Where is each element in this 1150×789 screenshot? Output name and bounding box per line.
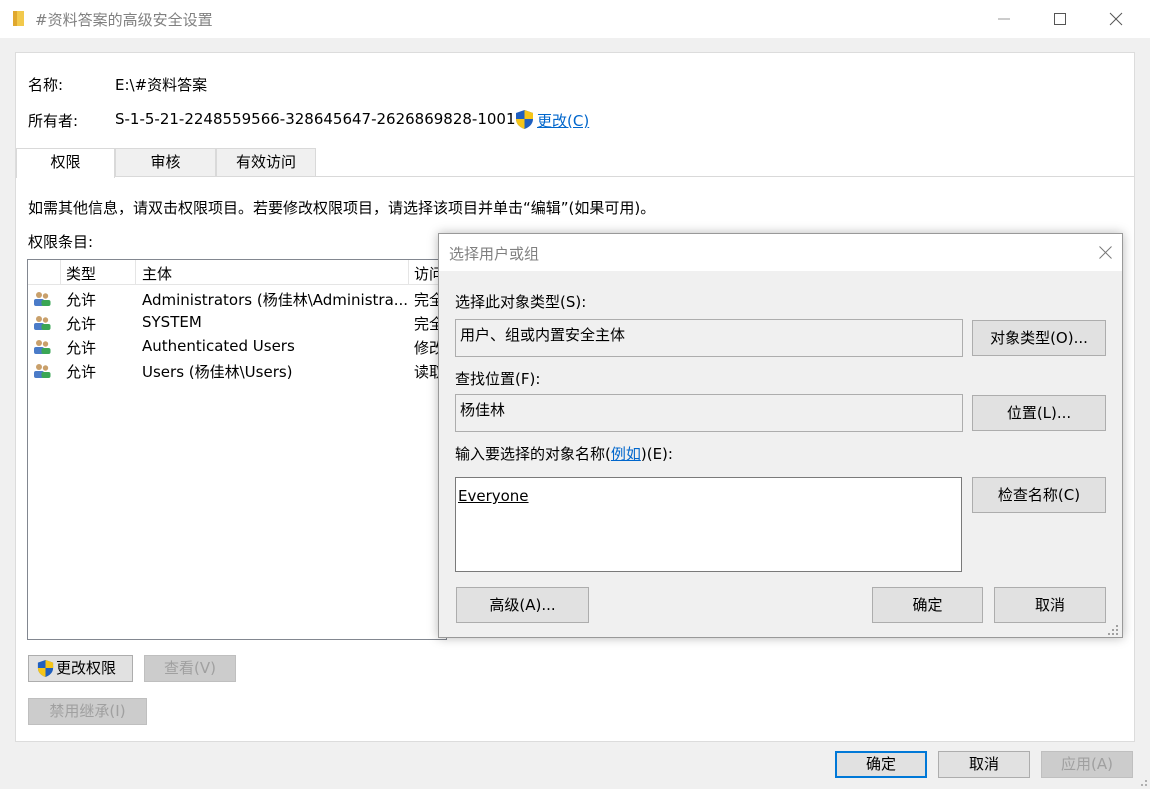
change-owner-link[interactable]: 更改(C) (537, 110, 589, 131)
list-header: 类型 主体 访问 (28, 260, 446, 285)
info-text: 如需其他信息，请双击权限项目。若要修改权限项目，请选择该项目并单击“编辑”(如果… (28, 199, 656, 217)
maximize-icon (1054, 13, 1066, 25)
location-field: 杨佳林 (455, 394, 963, 432)
object-type-label: 选择此对象类型(S): (455, 293, 587, 311)
resize-grip-icon[interactable] (1136, 775, 1148, 787)
table-row[interactable]: 允许 SYSTEM 完全 (28, 311, 446, 335)
dialog-ok-button[interactable]: 确定 (872, 587, 983, 623)
table-row[interactable]: 允许 Authenticated Users 修改 (28, 335, 446, 359)
minimize-button[interactable] (976, 0, 1032, 38)
users-icon (34, 292, 51, 306)
window-title: #资料答案的高级安全设置 (35, 11, 213, 29)
change-permissions-label: 更改权限 (56, 659, 117, 677)
dialog-cancel-button[interactable]: 取消 (994, 587, 1106, 623)
row-type: 允许 (66, 339, 97, 357)
row-type: 允许 (66, 363, 97, 381)
advanced-button[interactable]: 高级(A)... (456, 587, 589, 623)
maximize-button[interactable] (1032, 0, 1088, 38)
column-type[interactable]: 类型 (66, 263, 96, 284)
column-separator (135, 260, 136, 285)
minimize-icon (998, 18, 1010, 20)
tab-divider (115, 176, 1134, 177)
examples-link[interactable]: 例如 (611, 445, 641, 463)
users-icon (34, 340, 51, 354)
row-principal: Administrators (杨佳林\Administra... (142, 291, 409, 309)
dialog-close-button[interactable] (1087, 234, 1123, 270)
cancel-button[interactable]: 取消 (938, 751, 1030, 778)
name-label: 名称: (28, 76, 64, 94)
change-permissions-button[interactable]: 更改权限 (28, 655, 133, 682)
folder-icon (13, 11, 24, 26)
close-icon (1099, 246, 1112, 259)
row-principal: Users (杨佳林\Users) (142, 363, 293, 381)
name-value: E:\#资料答案 (115, 76, 208, 94)
permission-entries-list[interactable]: 类型 主体 访问 允许 Administrators (杨佳林\Administ… (27, 259, 447, 640)
dialog-title-bar: 选择用户或组 (439, 234, 1122, 271)
resize-grip-icon[interactable] (1107, 624, 1119, 636)
column-separator (408, 260, 409, 285)
disable-inheritance-button[interactable]: 禁用继承(I) (28, 698, 147, 725)
owner-label: 所有者: (28, 112, 79, 130)
select-users-dialog: 选择用户或组 选择此对象类型(S): 用户、组或内置安全主体 对象类型(O)..… (438, 233, 1123, 638)
object-name-entry: Everyone (458, 487, 529, 505)
table-row[interactable]: 允许 Users (杨佳林\Users) 读取 (28, 359, 446, 383)
tab-auditing[interactable]: 审核 (115, 148, 216, 177)
row-type: 允许 (66, 315, 97, 333)
tab-effective-access[interactable]: 有效访问 (216, 148, 316, 177)
row-type: 允许 (66, 291, 97, 309)
title-bar: #资料答案的高级安全设置 (0, 0, 1150, 38)
object-type-field: 用户、组或内置安全主体 (455, 319, 963, 357)
ok-button[interactable]: 确定 (835, 751, 927, 778)
object-types-button[interactable]: 对象类型(O)... (972, 320, 1106, 356)
table-row[interactable]: 允许 Administrators (杨佳林\Administra... 完全 (28, 287, 446, 311)
location-value: 杨佳林 (460, 401, 506, 419)
check-names-button[interactable]: 检查名称(C) (972, 477, 1106, 513)
uac-shield-icon (516, 110, 533, 129)
uac-shield-icon (37, 660, 54, 677)
users-icon (34, 316, 51, 330)
view-button[interactable]: 查看(V) (144, 655, 236, 682)
tab-permissions[interactable]: 权限 (16, 148, 115, 178)
location-label: 查找位置(F): (455, 370, 541, 388)
users-icon (34, 364, 51, 378)
dialog-title: 选择用户或组 (449, 245, 540, 263)
locations-button[interactable]: 位置(L)... (972, 395, 1106, 431)
close-button[interactable] (1088, 0, 1144, 38)
enter-names-label: 输入要选择的对象名称(例如)(E): (455, 445, 673, 463)
row-principal: SYSTEM (142, 313, 202, 331)
column-principal[interactable]: 主体 (142, 263, 172, 284)
object-type-value: 用户、组或内置安全主体 (460, 326, 626, 344)
object-names-input[interactable]: Everyone (455, 477, 962, 572)
owner-value: S-1-5-21-2248559566-328645647-2626869828… (115, 110, 516, 128)
apply-button[interactable]: 应用(A) (1041, 751, 1133, 778)
close-icon (1109, 12, 1123, 26)
permission-entries-label: 权限条目: (28, 233, 94, 251)
column-separator (60, 260, 61, 285)
row-principal: Authenticated Users (142, 337, 295, 355)
